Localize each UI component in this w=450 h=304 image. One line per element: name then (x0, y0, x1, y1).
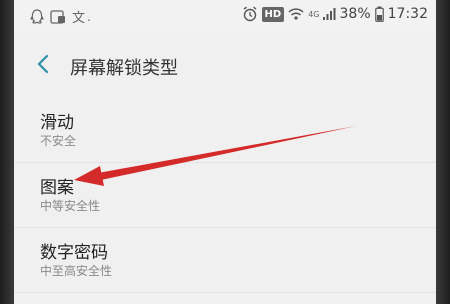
back-arrow-icon[interactable] (32, 52, 56, 76)
signal-icon (322, 8, 336, 20)
gallery-icon (50, 9, 65, 24)
battery-percent: 38% (339, 6, 371, 22)
lock-type-list: 滑动 不安全 图案 中等安全性 数字密码 中至高安全性 (14, 98, 436, 304)
wifi-icon (288, 8, 304, 20)
lock-type-title: 数字密码 (40, 243, 108, 263)
status-time: 17:32 (387, 6, 428, 22)
device-edge-left (0, 0, 14, 304)
phone-screen: 文 . HD 4G 38% 17:32 屏幕解锁类型 滑动 不安全 图案 中等安… (14, 0, 436, 304)
app-header: 屏幕解锁类型 (14, 32, 436, 99)
lock-type-title: 滑动 (40, 113, 74, 133)
status-left: 文 . (30, 7, 91, 26)
status-right: HD 4G 38% 17:32 (242, 6, 428, 22)
ellipsis-icon: . (87, 9, 91, 24)
lock-type-title: 图案 (40, 178, 74, 198)
battery-icon (374, 6, 384, 22)
text-icon: 文 (72, 11, 86, 26)
lock-type-pin[interactable]: 数字密码 中至高安全性 (14, 228, 436, 293)
device-edge-right (436, 0, 450, 304)
lock-type-subtitle: 不安全 (40, 134, 77, 148)
lock-type-swipe[interactable]: 滑动 不安全 (14, 98, 436, 163)
lock-type-subtitle: 中至高安全性 (40, 264, 113, 278)
lock-type-partial[interactable] (14, 293, 436, 304)
lock-type-pattern[interactable]: 图案 中等安全性 (14, 163, 436, 228)
lock-type-subtitle: 中等安全性 (40, 199, 101, 213)
network-type: 4G (308, 9, 320, 19)
hd-badge: HD (261, 6, 285, 22)
status-bar: 文 . HD 4G 38% 17:32 (14, 0, 436, 32)
qq-icon (30, 8, 44, 24)
page-title: 屏幕解锁类型 (70, 58, 178, 79)
alarm-icon (243, 6, 256, 22)
